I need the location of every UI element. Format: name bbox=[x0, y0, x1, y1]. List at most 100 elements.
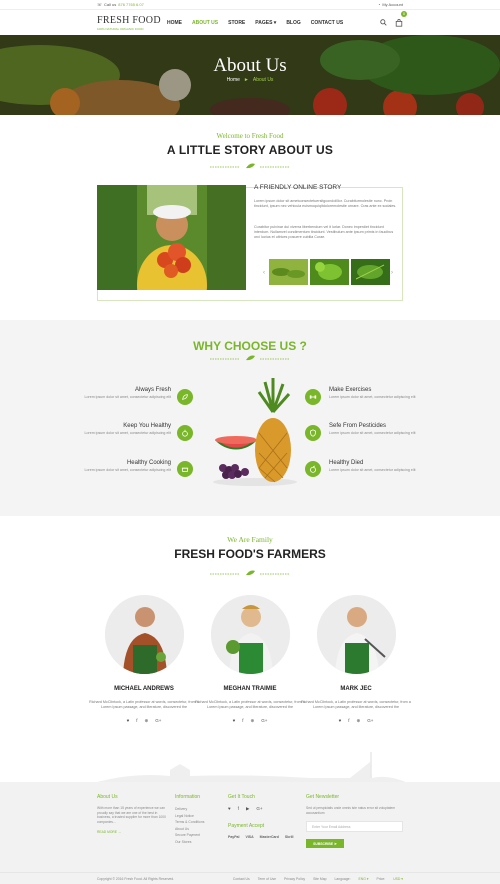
skype-icon[interactable]: ⊕ bbox=[251, 718, 255, 724]
feature-desc: Lorem ipsum dolor sit amet, consectetur … bbox=[329, 395, 416, 399]
footer-payment-heading: Payment Accept bbox=[228, 823, 265, 829]
footer-newsletter-heading: Get Newsletter bbox=[306, 794, 340, 800]
main-navbar: FRESH FOOD 100% NATURAL ORGANIC FOOD HOM… bbox=[0, 9, 500, 35]
breadcrumb-current: About Us bbox=[252, 77, 274, 83]
nav-pages-label[interactable]: PAGES bbox=[255, 20, 272, 26]
apple-icon bbox=[305, 461, 321, 477]
twitter-icon[interactable]: ♥ bbox=[127, 718, 130, 724]
footer-bottom-bar: Copyright © 2016 Fresh Food. All Rights … bbox=[0, 872, 500, 884]
chevron-right-icon[interactable]: › bbox=[391, 270, 393, 276]
subscribe-button[interactable]: SUBSCRIBE ➤ bbox=[306, 839, 344, 848]
facebook-icon[interactable]: f bbox=[242, 718, 243, 724]
twitter-icon[interactable]: ♥ bbox=[228, 806, 231, 812]
breadcrumb-arrow-icon: ► bbox=[243, 77, 249, 83]
farmer-social: ♥ f ⊕ G+ bbox=[195, 718, 305, 724]
google-plus-icon[interactable]: G+ bbox=[261, 718, 267, 724]
vegetable-icon bbox=[177, 425, 193, 441]
skype-icon[interactable]: ⊕ bbox=[357, 718, 361, 724]
youtube-icon[interactable]: ▶ bbox=[246, 806, 249, 812]
twitter-icon[interactable]: ♥ bbox=[339, 718, 342, 724]
facebook-icon[interactable]: f bbox=[348, 718, 349, 724]
breadcrumb: Home ► About Us bbox=[0, 77, 500, 83]
feature-title: Healthy Cooking bbox=[126, 460, 171, 466]
footer-touch-heading: Get It Touch bbox=[228, 794, 255, 800]
leaf-divider-icon bbox=[210, 355, 290, 361]
farmers-subtitle: We Are Family bbox=[227, 535, 273, 544]
feature-keep-healthy: Keep You Healthy Lorem ipsum dolor sit a… bbox=[61, 423, 172, 436]
skype-icon[interactable]: ⊕ bbox=[145, 718, 149, 724]
leaf-divider-icon bbox=[210, 163, 290, 169]
footer-info-heading: Information bbox=[175, 794, 201, 800]
nav-contact-us[interactable]: CONTACT US bbox=[311, 20, 343, 26]
farmer-social: ♥ f ⊕ G+ bbox=[89, 718, 199, 724]
feature-desc: Lorem ipsum dolor sit amet, consectetur … bbox=[84, 395, 172, 399]
bottom-link-terms[interactable]: Term of Use bbox=[258, 877, 276, 881]
feature-always-fresh: Always Fresh Lorem ipsum dolor sit amet,… bbox=[61, 387, 172, 400]
leaf-divider-icon bbox=[210, 570, 290, 576]
farm-silhouette-icon bbox=[90, 752, 410, 784]
shopping-bag-icon bbox=[395, 18, 403, 27]
footer-about-heading: About Us bbox=[97, 794, 118, 800]
farmer-desc: Richard McClintock, a Latin professor at… bbox=[301, 700, 411, 709]
footer-about-text: With more than 15 years of experience we… bbox=[97, 806, 166, 824]
footer-information: Information Delivery Legal Notice Terms … bbox=[175, 794, 225, 845]
logo-tagline: 100% NATURAL ORGANIC FOOD bbox=[97, 26, 144, 31]
nav-store[interactable]: STORE bbox=[228, 20, 245, 26]
footer-social: ♥ f ▶ G+ bbox=[228, 806, 298, 812]
google-plus-icon[interactable]: G+ bbox=[367, 718, 373, 724]
facebook-icon[interactable]: f bbox=[136, 718, 137, 724]
thumbnail-greens[interactable] bbox=[351, 259, 390, 285]
farmer-desc: Richard McClintock, a Latin professor at… bbox=[89, 700, 199, 709]
twitter-icon[interactable]: ♥ bbox=[233, 718, 236, 724]
nav-pages[interactable]: PAGES ▾ bbox=[255, 20, 276, 26]
page: ☏ Call us 876 7765 6.07 ◔ My Account FRE… bbox=[0, 0, 500, 884]
farmer-name: MEGHAN TRAIMIE bbox=[223, 686, 277, 692]
bottom-link-contact[interactable]: Contact Us bbox=[233, 877, 250, 881]
breadcrumb-home[interactable]: Home bbox=[227, 77, 240, 83]
read-more-link[interactable]: READ MORE → bbox=[97, 830, 172, 835]
feature-desc: Lorem ipsum dolor sit amet, consectetur … bbox=[329, 468, 416, 472]
farmer-card: MICHAEL ANDREWS Richard McClintock, a La… bbox=[89, 595, 199, 724]
nav-blog[interactable]: BLOG bbox=[286, 20, 300, 26]
search-icon[interactable] bbox=[380, 19, 387, 26]
thumbnail-peas[interactable] bbox=[269, 259, 308, 285]
currency-select[interactable]: USD ▾ bbox=[393, 877, 403, 881]
logo[interactable]: FRESH FOOD 100% NATURAL ORGANIC FOOD bbox=[97, 15, 161, 31]
main-nav: HOME ABOUT US STORE PAGES ▾ BLOG CONTACT… bbox=[167, 20, 343, 26]
phone-number[interactable]: 876 7765 6.07 bbox=[118, 2, 144, 7]
farmer-card: MEGHAN TRAIMIE Richard McClintock, a Lat… bbox=[195, 595, 305, 724]
feature-desc: Lorem ipsum dolor sit amet, consectetur … bbox=[84, 431, 172, 435]
farmer-avatar bbox=[316, 595, 396, 674]
bottom-link-privacy[interactable]: Privacy Policy bbox=[284, 877, 305, 881]
skrill-icon: Skrill bbox=[284, 835, 294, 839]
feature-desc: Lorem ipsum dolor sit amet, consectetur … bbox=[84, 468, 172, 472]
story-paragraph-1: Lorem ipsum dolor sit ametconsectetuersi… bbox=[254, 199, 397, 208]
bottom-link-sitemap[interactable]: Site Map bbox=[313, 877, 326, 881]
story-title: A LITTLE STORY ABOUT US bbox=[166, 143, 334, 157]
nav-home[interactable]: HOME bbox=[167, 20, 182, 26]
account-label[interactable]: My Account bbox=[382, 2, 403, 7]
feature-desc: Lorem ipsum dolor sit amet, consectetur … bbox=[329, 431, 416, 435]
language-label: Language: bbox=[334, 876, 351, 881]
language-select[interactable]: ENG ▾ bbox=[359, 877, 369, 881]
newsletter-email-input[interactable]: Enter Your Email Address bbox=[306, 821, 403, 832]
chevron-left-icon[interactable]: ‹ bbox=[263, 270, 265, 276]
farmer-desc: Richard McClintock, a Latin professor at… bbox=[195, 700, 305, 709]
nav-about-us[interactable]: ABOUT US bbox=[192, 20, 218, 26]
google-plus-icon[interactable]: G+ bbox=[155, 718, 161, 724]
contact-phone: ☏ Call us 876 7765 6.07 bbox=[97, 2, 144, 7]
cart-button[interactable]: 0 bbox=[395, 10, 407, 32]
account-link[interactable]: ◔ My Account bbox=[378, 2, 403, 7]
logo-text[interactable]: FRESH FOOD bbox=[97, 15, 161, 26]
facebook-icon[interactable]: f bbox=[238, 806, 239, 812]
hero-title: About Us bbox=[213, 55, 287, 76]
shield-leaf-icon bbox=[305, 425, 321, 441]
thumbnail-leaves[interactable] bbox=[310, 259, 349, 285]
feature-safe-pesticides: Sefe From Pesticides Lorem ipsum dolor s… bbox=[329, 423, 439, 436]
google-plus-icon[interactable]: G+ bbox=[256, 806, 262, 812]
feature-healthy-cooking: Healthy Cooking Lorem ipsum dolor sit am… bbox=[61, 460, 172, 473]
mastercard-icon: MasterCard bbox=[259, 835, 279, 839]
price-label: Price: bbox=[376, 876, 386, 881]
phone-icon: ☏ bbox=[97, 2, 103, 7]
footer-link-our-stores[interactable]: Our Stores bbox=[175, 839, 225, 846]
